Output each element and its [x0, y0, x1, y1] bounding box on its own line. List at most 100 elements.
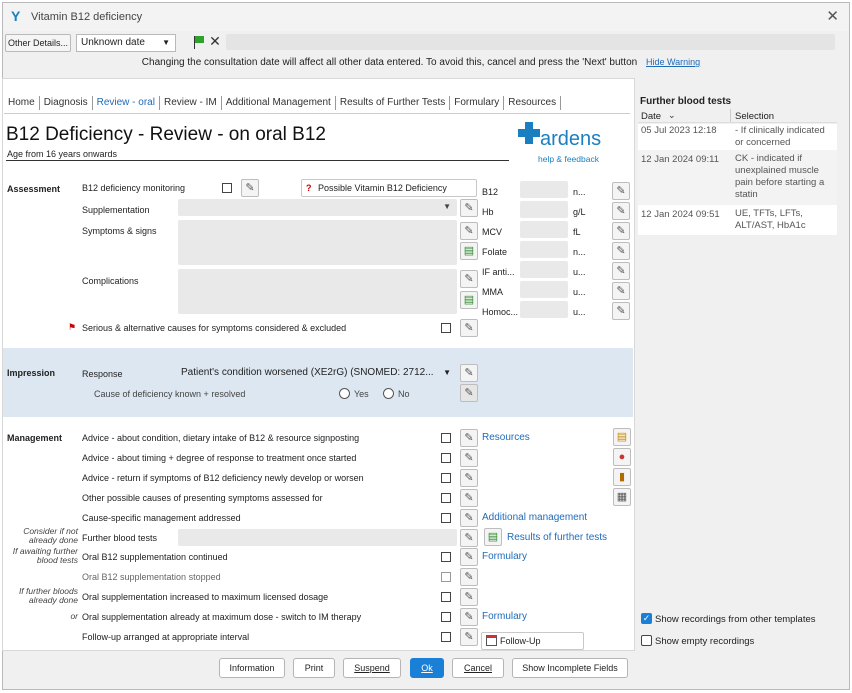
tab-diagnosis[interactable]: Diagnosis	[40, 96, 93, 110]
selection-column-header[interactable]: Selection	[735, 111, 774, 122]
pencil-icon[interactable]: ✎	[460, 489, 478, 507]
toolbar-field[interactable]	[226, 34, 835, 50]
formulary-link[interactable]: Formulary	[482, 551, 527, 562]
pill-icon[interactable]: ●	[613, 448, 631, 466]
pencil-icon[interactable]: ✎	[460, 529, 478, 547]
lab-unit: fL	[573, 227, 581, 237]
medicine-bottle-icon[interactable]: ▮	[613, 468, 631, 486]
side-note: If awaiting further blood tests	[12, 546, 78, 565]
pencil-icon[interactable]: ✎	[460, 608, 478, 626]
supplementation-select[interactable]: ▼	[178, 199, 457, 216]
notes-icon[interactable]: ▤	[613, 428, 631, 446]
lab-value-field[interactable]	[520, 201, 568, 218]
pencil-icon[interactable]: ✎	[612, 302, 630, 320]
pencil-icon[interactable]: ✎	[460, 509, 478, 527]
pencil-icon[interactable]: ✎	[460, 270, 478, 288]
management-checkbox[interactable]	[441, 513, 451, 523]
pencil-icon[interactable]: ✎	[241, 179, 259, 197]
history-row[interactable]: 12 Jan 2024 09:51 UE, TFTs, LFTs, ALT/AS…	[638, 205, 837, 235]
history-row[interactable]: 12 Jan 2024 09:11 CK - indicated if unex…	[638, 150, 837, 205]
management-checkbox[interactable]	[441, 592, 451, 602]
lab-value-field[interactable]	[520, 181, 568, 198]
pencil-icon[interactable]: ✎	[460, 568, 478, 586]
print-icon[interactable]: ▦	[613, 488, 631, 506]
lab-name: MMA	[482, 287, 503, 297]
tab-resources[interactable]: Resources	[504, 96, 562, 110]
tab-results-further-tests[interactable]: Results of Further Tests	[336, 96, 451, 110]
possible-b12-button[interactable]: ? Possible Vitamin B12 Deficiency	[301, 179, 477, 197]
chevron-down-icon: ▼	[443, 368, 451, 377]
management-checkbox[interactable]	[441, 493, 451, 503]
hide-warning-link[interactable]: Hide Warning	[646, 57, 700, 67]
management-checkbox[interactable]	[441, 473, 451, 483]
close-icon[interactable]: ✕	[826, 7, 839, 25]
show-incomplete-button[interactable]: Show Incomplete Fields	[512, 658, 628, 678]
lab-value-field[interactable]	[520, 261, 568, 278]
response-select[interactable]: Patient's condition worsened (XE2rG) (SN…	[178, 364, 457, 381]
tab-review-im[interactable]: Review - IM	[160, 96, 222, 110]
pencil-icon[interactable]: ✎	[460, 384, 478, 402]
clear-icon[interactable]: ✕	[207, 34, 223, 50]
pencil-icon[interactable]: ✎	[612, 242, 630, 260]
pencil-icon[interactable]: ✎	[612, 282, 630, 300]
tab-additional-management[interactable]: Additional Management	[222, 96, 336, 110]
management-checkbox[interactable]	[441, 552, 451, 562]
b12-monitoring-checkbox[interactable]	[222, 183, 232, 193]
resources-link[interactable]: Resources	[482, 432, 530, 443]
results-further-tests-link[interactable]: Results of further tests	[507, 532, 607, 543]
pencil-icon[interactable]: ✎	[460, 588, 478, 606]
picker-icon[interactable]: ▤	[460, 242, 478, 260]
impression-heading: Impression	[7, 368, 56, 378]
lab-value-field[interactable]	[520, 281, 568, 298]
pencil-icon[interactable]: ✎	[460, 199, 478, 217]
management-checkbox[interactable]	[441, 612, 451, 622]
serious-causes-checkbox[interactable]	[441, 323, 451, 333]
pencil-icon[interactable]: ✎	[612, 262, 630, 280]
symptoms-field[interactable]	[178, 220, 457, 265]
management-checkbox[interactable]	[441, 453, 451, 463]
pencil-icon[interactable]: ✎	[612, 182, 630, 200]
pencil-icon[interactable]: ✎	[612, 202, 630, 220]
yes-radio[interactable]	[339, 388, 350, 399]
history-row[interactable]: 05 Jul 2023 12:18 - If clinically indica…	[638, 124, 837, 150]
pencil-icon[interactable]: ✎	[460, 319, 478, 337]
warning-text: Changing the consultation date will affe…	[141, 57, 638, 68]
pencil-icon[interactable]: ✎	[460, 449, 478, 467]
tab-home[interactable]: Home	[4, 96, 40, 110]
pencil-icon[interactable]: ✎	[612, 222, 630, 240]
follow-up-button[interactable]: Follow-Up	[481, 632, 584, 650]
print-button[interactable]: Print	[293, 658, 335, 678]
complications-field[interactable]	[178, 269, 457, 314]
date-select[interactable]: Unknown date ▼	[76, 34, 176, 52]
lab-value-field[interactable]	[520, 221, 568, 238]
pencil-icon[interactable]: ✎	[460, 364, 478, 382]
management-checkbox[interactable]	[441, 572, 451, 582]
pencil-icon[interactable]: ✎	[460, 628, 478, 646]
formulary-link[interactable]: Formulary	[482, 611, 527, 622]
ok-button[interactable]: Ok	[410, 658, 444, 678]
lab-value-field[interactable]	[520, 241, 568, 258]
tab-formulary[interactable]: Formulary	[450, 96, 505, 110]
picker-icon[interactable]: ▤	[460, 291, 478, 309]
show-other-checkbox[interactable]: ✓	[641, 613, 652, 624]
further-blood-tests-field[interactable]	[178, 529, 457, 546]
other-details-button[interactable]: Other Details...	[5, 34, 71, 52]
show-empty-checkbox[interactable]	[641, 635, 652, 646]
help-feedback-link[interactable]: help & feedback	[538, 154, 599, 164]
cancel-button[interactable]: Cancel	[452, 658, 504, 678]
pencil-icon[interactable]: ✎	[460, 548, 478, 566]
b12-monitoring-label: B12 deficiency monitoring	[82, 183, 186, 193]
no-radio[interactable]	[383, 388, 394, 399]
pencil-icon[interactable]: ✎	[460, 469, 478, 487]
pencil-icon[interactable]: ✎	[460, 222, 478, 240]
tab-review-oral[interactable]: Review - oral	[93, 96, 160, 110]
management-checkbox[interactable]	[441, 632, 451, 642]
lab-value-field[interactable]	[520, 301, 568, 318]
suspend-button[interactable]: Suspend	[343, 658, 401, 678]
date-column-header[interactable]: Date	[641, 111, 661, 122]
management-checkbox[interactable]	[441, 433, 451, 443]
flag-icon[interactable]	[191, 34, 206, 50]
information-button[interactable]: Information	[219, 658, 285, 678]
additional-management-link[interactable]: Additional management	[482, 512, 587, 523]
pencil-icon[interactable]: ✎	[460, 429, 478, 447]
